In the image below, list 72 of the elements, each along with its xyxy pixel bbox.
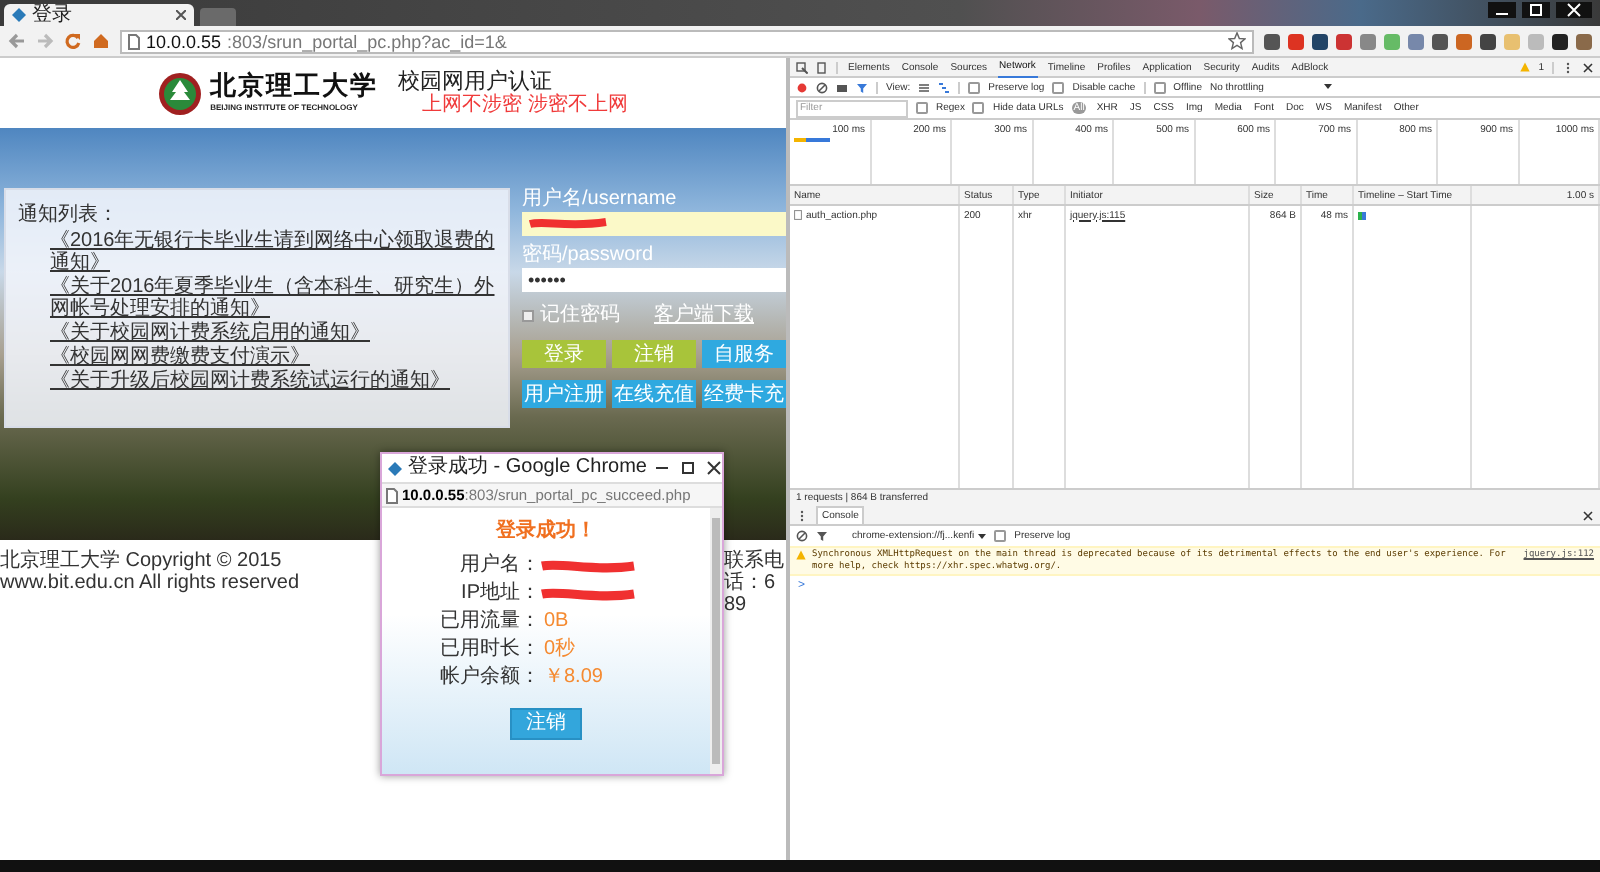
close-icon[interactable] (1556, 2, 1592, 18)
close-icon[interactable] (704, 460, 725, 476)
field-label: 已用时长： (438, 636, 540, 664)
field-label: 已用流量： (438, 608, 540, 636)
system-title: 校园网用户认证 (398, 70, 553, 94)
warning-icon (1520, 62, 1531, 72)
home-icon[interactable] (92, 32, 110, 50)
address-bar[interactable]: 10.0.0.55 :803/srun_portal_pc.php?ac_id=1& (120, 29, 1254, 53)
reload-icon[interactable] (64, 32, 82, 50)
checkbox[interactable] (994, 530, 1007, 542)
list-view-icon[interactable] (918, 81, 931, 93)
scrollbar[interactable] (710, 508, 722, 774)
field-value: 0B (544, 608, 571, 636)
checkbox[interactable] (1052, 81, 1065, 93)
inspect-icon[interactable] (796, 61, 808, 73)
slogan: 上网不涉密 涉密不上网 (422, 94, 628, 116)
notice-link[interactable]: 《校园网网费缴费支付演示》 (50, 346, 496, 368)
contact-text: 联系电话：689 (724, 550, 786, 616)
page-icon (128, 33, 140, 49)
maximize-icon[interactable] (678, 460, 699, 476)
minimize-icon[interactable] (1488, 2, 1516, 18)
favicon-icon (12, 8, 26, 22)
checkbox[interactable] (972, 102, 985, 114)
copyright-text: 北京理工大学 Copyright © 2015 www.bit.edu.cn All rights reserved (0, 550, 302, 598)
checkbox[interactable] (916, 102, 928, 114)
field-value: ￥8.09 (544, 664, 605, 692)
password-field[interactable]: •••••• (522, 268, 786, 292)
logo-icon (158, 71, 203, 115)
checkbox[interactable] (522, 309, 534, 321)
star-icon[interactable] (1228, 32, 1246, 50)
window-title: 登录成功 - Google Chrome (408, 456, 647, 480)
page-icon (386, 487, 398, 503)
close-icon[interactable] (176, 10, 186, 20)
record-icon[interactable] (796, 81, 808, 93)
more-icon[interactable] (1562, 61, 1574, 73)
maximize-icon[interactable] (1522, 2, 1550, 18)
notice-link[interactable]: 《2016年无银行卡毕业生请到网络中心领取退费的通知》 (50, 230, 496, 274)
filter-icon[interactable] (816, 530, 828, 542)
close-icon[interactable] (1582, 61, 1594, 73)
camera-icon[interactable] (836, 81, 848, 93)
caret-icon (978, 532, 987, 540)
checkbox[interactable] (1153, 81, 1166, 93)
notice-link[interactable]: 《关于校园网计费系统启用的通知》 (50, 322, 496, 344)
waterfall-bar (1358, 211, 1366, 219)
field-label: 用户名/username (522, 188, 679, 210)
field-label: IP地址： (459, 580, 540, 608)
close-icon[interactable] (1582, 509, 1594, 521)
field-label: 密码/password (522, 244, 656, 266)
notice-link[interactable]: 《关于2016年夏季毕业生（含本科生、研究生）外网帐号处理安排的通知》 (50, 276, 496, 320)
field-label: 用户名： (458, 552, 540, 580)
redaction-mark (540, 587, 636, 601)
more-icon[interactable] (796, 509, 808, 521)
notice-link[interactable]: 《关于升级后校园网计费系统试运行的通知》 (50, 370, 496, 392)
back-icon[interactable] (8, 32, 26, 50)
success-heading: 登录成功！ (496, 518, 596, 546)
waterfall-view-icon[interactable] (938, 81, 951, 93)
field-value: 0秒 (544, 636, 578, 664)
notice-heading: 通知列表： (18, 204, 120, 226)
checkbox[interactable] (968, 81, 981, 93)
clear-icon[interactable] (796, 530, 808, 542)
device-icon[interactable] (816, 61, 828, 73)
warning-icon (796, 550, 806, 560)
browser-tab[interactable]: 登录 (4, 4, 194, 26)
file-icon (794, 210, 802, 220)
checkbox-label: 记住密码 (540, 304, 620, 326)
field-label: 帐户余额： (438, 664, 540, 692)
clear-icon[interactable] (816, 81, 828, 93)
username-field[interactable] (522, 212, 786, 236)
redaction-mark (540, 559, 636, 573)
favicon-icon (388, 461, 402, 475)
university-name: 北京理工大学 (210, 74, 379, 102)
redaction-mark (528, 218, 608, 230)
